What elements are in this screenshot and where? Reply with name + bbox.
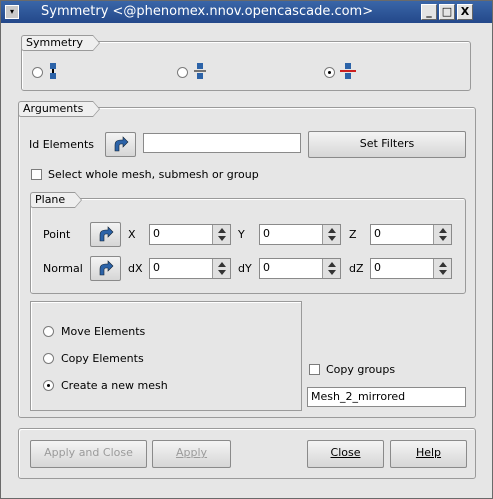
apply-label: Apply	[175, 446, 208, 459]
copy-groups-label: Copy groups	[326, 363, 396, 376]
arguments-group: Arguments Id Elements Set Filters Select…	[18, 101, 476, 418]
x-label: X	[128, 228, 136, 241]
title-bar[interactable]: ▾ Symmetry <@phenomex.nnov.opencascade.c…	[1, 1, 492, 23]
y-label: Y	[238, 228, 245, 241]
apply-button[interactable]: Apply	[152, 440, 231, 468]
dx-label: dX	[128, 262, 143, 275]
maximize-button[interactable]: □	[439, 4, 455, 20]
id-elements-label: Id Elements	[29, 138, 94, 151]
id-elements-select-button[interactable]	[105, 132, 136, 157]
spin-arrows-icon	[439, 262, 447, 275]
normal-label: Normal	[43, 262, 83, 275]
dy-spinbox[interactable]: 0	[259, 258, 341, 279]
copy-elements-label: Copy Elements	[61, 352, 144, 365]
spin-arrows-icon	[328, 228, 336, 241]
y-value: 0	[263, 227, 270, 240]
window-menu-icon[interactable]: ▾	[5, 5, 19, 19]
spin-arrows-icon	[439, 228, 447, 241]
dz-spin-arrows[interactable]	[433, 259, 451, 278]
z-spin-arrows[interactable]	[433, 225, 451, 244]
selection-arrow-icon	[114, 136, 129, 152]
symmetry-group-label: Symmetry	[21, 35, 101, 51]
arguments-group-label: Arguments	[18, 101, 101, 117]
selection-arrow-icon	[99, 260, 114, 276]
help-label: Help	[415, 446, 442, 459]
help-button[interactable]: Help	[390, 440, 467, 468]
close-label: Close	[330, 446, 361, 459]
x-spin-arrows[interactable]	[212, 225, 230, 244]
close-window-button[interactable]: X	[457, 4, 473, 20]
plane-symmetry-radio[interactable]	[324, 67, 335, 78]
spin-arrows-icon	[218, 228, 226, 241]
dy-label: dY	[238, 262, 252, 275]
dialog-buttons-group: Apply and Close Apply Close Help	[18, 428, 476, 479]
create-new-mesh-radio[interactable]	[43, 380, 54, 391]
close-button[interactable]: Close	[307, 440, 384, 468]
dz-label: dZ	[349, 262, 364, 275]
selection-arrow-icon	[99, 226, 114, 242]
y-spinbox[interactable]: 0	[259, 224, 341, 245]
dx-value: 0	[153, 261, 160, 274]
x-spinbox[interactable]: 0	[149, 224, 231, 245]
point-symmetry-radio[interactable]	[32, 67, 43, 78]
new-mesh-name-input[interactable]: Mesh_2_mirrored	[307, 387, 466, 407]
action-panel: Move Elements Copy Elements Create a new…	[30, 301, 302, 411]
dz-value: 0	[374, 261, 381, 274]
select-whole-mesh-checkbox[interactable]	[31, 169, 42, 180]
plane-group: Plane Point X 0 Y 0 Z 0 Normal dX 0 dY 0…	[30, 192, 466, 294]
point-select-button[interactable]	[90, 222, 121, 247]
dz-spinbox[interactable]: 0	[370, 258, 452, 279]
normal-select-button[interactable]	[90, 256, 121, 281]
z-value: 0	[374, 227, 381, 240]
z-label: Z	[349, 228, 357, 241]
minimize-button[interactable]: _	[421, 4, 437, 20]
dy-spin-arrows[interactable]	[322, 259, 340, 278]
window-title: Symmetry <@phenomex.nnov.opencascade.com…	[41, 4, 374, 19]
spin-arrows-icon	[218, 262, 226, 275]
point-symmetry-icon	[50, 63, 56, 79]
create-new-mesh-label: Create a new mesh	[61, 379, 168, 392]
plane-group-label: Plane	[30, 192, 83, 208]
set-filters-label: Set Filters	[359, 137, 415, 150]
axis-symmetry-icon	[194, 63, 206, 79]
y-spin-arrows[interactable]	[322, 225, 340, 244]
select-whole-mesh-label: Select whole mesh, submesh or group	[48, 168, 259, 181]
copy-groups-checkbox[interactable]	[309, 364, 320, 375]
move-elements-radio[interactable]	[43, 326, 54, 337]
move-elements-label: Move Elements	[61, 325, 146, 338]
copy-elements-radio[interactable]	[43, 353, 54, 364]
point-label: Point	[43, 228, 71, 241]
plane-symmetry-icon	[340, 63, 356, 79]
dx-spin-arrows[interactable]	[212, 259, 230, 278]
symmetry-dialog: ▾ Symmetry <@phenomex.nnov.opencascade.c…	[0, 0, 493, 499]
set-filters-button[interactable]: Set Filters	[308, 131, 466, 158]
symmetry-group: Symmetry	[21, 35, 471, 91]
id-elements-input[interactable]	[143, 133, 301, 153]
apply-and-close-label: Apply and Close	[44, 446, 133, 459]
dy-value: 0	[263, 261, 270, 274]
x-value: 0	[153, 227, 160, 240]
axis-symmetry-radio[interactable]	[177, 67, 188, 78]
spin-arrows-icon	[328, 262, 336, 275]
z-spinbox[interactable]: 0	[370, 224, 452, 245]
apply-and-close-button[interactable]: Apply and Close	[30, 440, 147, 468]
dx-spinbox[interactable]: 0	[149, 258, 231, 279]
